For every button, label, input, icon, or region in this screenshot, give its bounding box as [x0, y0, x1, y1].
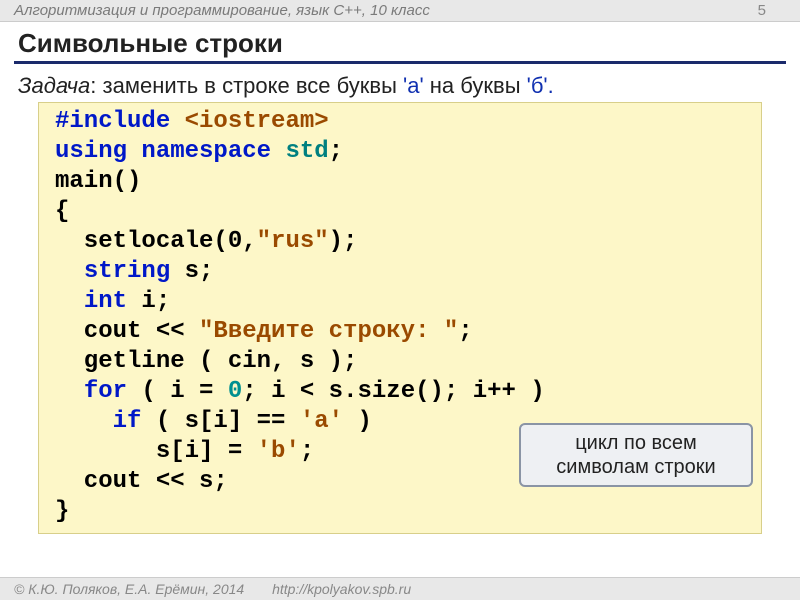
code-kw: namespace	[141, 138, 285, 165]
code-indent	[55, 408, 113, 435]
task-label: Задача	[18, 73, 90, 98]
code-str: "Введите строку: "	[199, 318, 458, 345]
header-bar: Алгоритмизация и программирование, язык …	[0, 0, 800, 22]
code-line: s;	[170, 258, 213, 285]
code-indent	[55, 258, 84, 285]
code-line: cout << s;	[55, 468, 228, 495]
code-kw: for	[84, 378, 127, 405]
code-line: i;	[127, 288, 170, 315]
slide: Алгоритмизация и программирование, язык …	[0, 0, 800, 600]
task-lit-a: 'а'	[403, 73, 424, 98]
code-str: "rus"	[257, 228, 329, 255]
slide-title: Символьные строки	[0, 22, 800, 61]
code-line: cout <<	[55, 318, 199, 345]
code-indent	[55, 378, 84, 405]
code-include: <iostream>	[185, 108, 329, 135]
callout-box: цикл по всем символам строки	[519, 423, 753, 487]
code-indent	[55, 288, 84, 315]
code-line: main()	[55, 168, 141, 195]
task-text: Задача: заменить в строке все буквы 'а' …	[0, 72, 800, 102]
code-kw: string	[84, 258, 170, 285]
code-line: )	[343, 408, 372, 435]
code-line: {	[55, 198, 69, 225]
footer-bar: © К.Ю. Поляков, Е.А. Ерёмин, 2014 http:/…	[0, 577, 800, 600]
course-title: Алгоритмизация и программирование, язык …	[14, 2, 430, 19]
task-body2: на буквы	[424, 73, 527, 98]
code-kw: int	[84, 288, 127, 315]
code-char: 'b'	[257, 438, 300, 465]
code-kw: if	[113, 408, 142, 435]
code-punct: ;	[458, 318, 472, 345]
code-line: s[i] =	[55, 438, 257, 465]
code-char: 'a'	[300, 408, 343, 435]
code-punct: ;	[300, 438, 314, 465]
code-line: ; i < s.size(); i++ )	[242, 378, 544, 405]
code-kw: #include	[55, 108, 185, 135]
title-underline	[14, 61, 786, 64]
code-line: ( s[i] ==	[141, 408, 299, 435]
code-punct: ;	[329, 138, 343, 165]
footer-link[interactable]: http://kpolyakov.spb.ru	[272, 581, 411, 597]
code-id: std	[285, 138, 328, 165]
task-body1: : заменить в строке все буквы	[90, 73, 403, 98]
code-line: setlocale(0,	[55, 228, 257, 255]
code-line: ( i =	[127, 378, 228, 405]
task-lit-b: 'б'.	[527, 73, 554, 98]
page-number: 5	[758, 2, 786, 19]
code-num: 0	[228, 378, 242, 405]
footer-copyright: © К.Ю. Поляков, Е.А. Ерёмин, 2014	[14, 581, 244, 597]
code-line: }	[55, 498, 69, 525]
code-kw: using	[55, 138, 141, 165]
code-block: #include <iostream> using namespace std;…	[38, 102, 762, 534]
code-line: getline ( cin, s );	[55, 348, 357, 375]
code-punct: );	[329, 228, 358, 255]
